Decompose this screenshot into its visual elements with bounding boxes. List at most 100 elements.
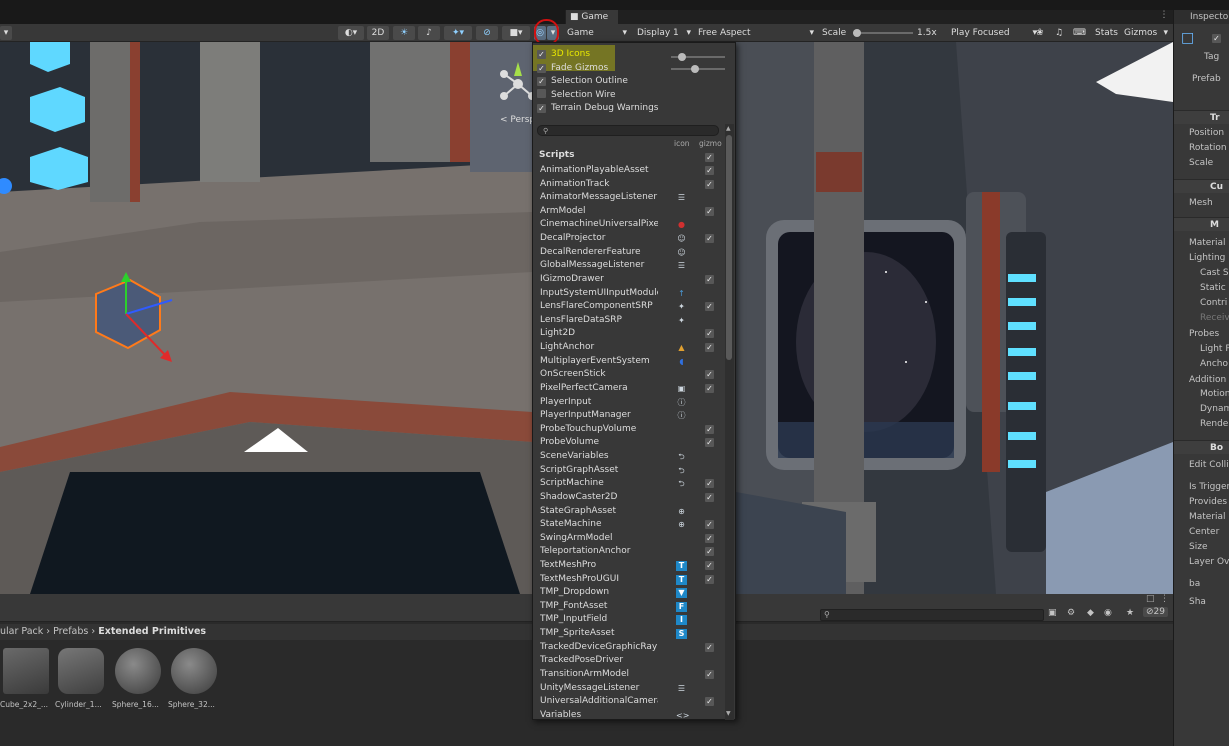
info-icon[interactable]: ⓘ — [676, 411, 687, 421]
camera-icon[interactable]: ▣ — [676, 384, 687, 394]
script-icon[interactable]: ☰ — [676, 193, 687, 203]
asset-tile[interactable]: Sphere_32... — [168, 648, 220, 710]
state-icon[interactable]: ⊕ — [676, 507, 687, 517]
more-options-icon[interactable]: ⋮ — [1158, 10, 1170, 24]
script-row[interactable]: StateMachine ⊕ — [535, 518, 723, 532]
script-row[interactable]: UniversalAdditionalCamera — [535, 695, 723, 709]
icon-size-slider[interactable] — [671, 53, 725, 61]
breadcrumb-item-current[interactable]: Extended Primitives — [98, 626, 206, 637]
component-header[interactable]: M — [1174, 217, 1229, 231]
breadcrumb-item[interactable]: Prefabs — [53, 626, 88, 637]
gizmo-checkbox[interactable] — [705, 492, 714, 502]
script-icon[interactable]: ☰ — [676, 261, 687, 271]
script-icon[interactable]: ☰ — [676, 684, 687, 694]
gizmo-checkbox[interactable] — [705, 574, 714, 584]
graph-icon[interactable]: ⮌ — [676, 466, 687, 476]
script-row[interactable]: StateGraphAsset ⊕ — [535, 505, 723, 519]
gizmo-checkbox[interactable] — [705, 179, 714, 189]
script-row[interactable]: TextMeshPro T — [535, 559, 723, 573]
gizmo-checkbox[interactable] — [705, 274, 714, 284]
gizmo-checkbox[interactable] — [705, 533, 714, 543]
input-icon[interactable]: ↑ — [676, 289, 687, 299]
project-search-input[interactable]: ⚲ — [820, 609, 1044, 621]
lock-icon[interactable]: □ — [1146, 594, 1155, 604]
script-row[interactable]: TMP_SpriteAsset S — [535, 627, 723, 641]
script-row[interactable]: PixelPerfectCamera ▣ — [535, 382, 723, 396]
effects-icon[interactable]: ✦▾ — [444, 26, 472, 40]
mute-audio-icon[interactable]: ♫ — [1055, 26, 1063, 40]
gizmo-checkbox[interactable] — [705, 520, 714, 530]
camera-settings-icon[interactable]: ■▾ — [502, 26, 530, 40]
lighting-icon[interactable]: ☀ — [393, 26, 415, 40]
fade-size-knob[interactable] — [691, 65, 699, 73]
script-row[interactable]: OnScreenStick — [535, 368, 723, 382]
gizmo-checkbox[interactable] — [705, 438, 714, 448]
gizmo-checkbox[interactable] — [705, 206, 714, 216]
person-icon[interactable]: ☺ — [676, 234, 687, 244]
gizmo-checkbox[interactable] — [705, 234, 714, 244]
script-row[interactable]: ScriptMachine ⮌ — [535, 477, 723, 491]
tmp-text-icon[interactable]: T — [676, 560, 687, 571]
tmp-dropdown-icon[interactable]: ▼ — [676, 588, 687, 599]
display-dropdown[interactable]: Display 1 ▾ — [637, 26, 693, 40]
asset-tile[interactable]: Sphere_16... — [112, 648, 164, 710]
active-checkbox[interactable] — [1212, 32, 1226, 43]
person-icon[interactable]: ☺ — [676, 248, 687, 258]
gizmo-checkbox[interactable] — [705, 547, 714, 557]
gizmo-checkbox[interactable] — [705, 383, 714, 393]
anchor-icon[interactable]: ▲ — [676, 343, 687, 353]
option-checkbox[interactable] — [537, 104, 546, 113]
filter-type-icon[interactable]: ⚙ — [1067, 608, 1075, 618]
gizmo-checkbox[interactable] — [705, 370, 714, 380]
script-row[interactable]: TMP_InputField I — [535, 613, 723, 627]
inspector-tab[interactable]: Inspecto — [1174, 10, 1229, 24]
script-row[interactable]: SwingArmModel — [535, 532, 723, 546]
gizmo-checkbox[interactable] — [705, 479, 714, 489]
script-row[interactable]: AnimationPlayableAsset — [535, 164, 723, 178]
option-checkbox[interactable] — [537, 63, 546, 73]
script-row[interactable]: TMP_FontAsset F — [535, 600, 723, 614]
dropdown-scroll-thumb[interactable] — [726, 135, 732, 360]
script-row[interactable]: TeleportationAnchor — [535, 545, 723, 559]
tmp-sprite-icon[interactable]: S — [676, 629, 687, 640]
gizmo-option[interactable]: Terrain Debug Warnings — [537, 102, 658, 115]
script-row[interactable]: LightAnchor ▲ — [535, 341, 723, 355]
script-row[interactable]: MultiplayerEventSystem ◖ — [535, 355, 723, 369]
gizmo-checkbox[interactable] — [705, 166, 714, 175]
component-header[interactable]: Bo — [1174, 440, 1229, 454]
script-row[interactable]: GlobalMessageListener ☰ — [535, 259, 723, 273]
more-options-icon[interactable]: ⋮ — [1160, 594, 1169, 604]
gizmos-button[interactable]: Gizmos ▾ — [1124, 26, 1170, 40]
gizmo-option[interactable]: Fade Gizmos — [537, 62, 608, 75]
scale-slider-knob[interactable] — [853, 29, 861, 37]
option-checkbox[interactable] — [537, 50, 546, 59]
script-row[interactable]: InputSystemUIInputModule ↑ — [535, 287, 723, 301]
orientation-gizmo[interactable] — [496, 54, 532, 102]
info-icon[interactable]: ⓘ — [676, 398, 687, 408]
gizmo-option[interactable]: Selection Wire — [537, 88, 616, 102]
hidden-objects-icon[interactable]: ⊘ — [476, 26, 498, 40]
script-row[interactable]: UnityMessageListener ☰ — [535, 682, 723, 696]
script-row[interactable]: ScriptGraphAsset ⮌ — [535, 464, 723, 478]
script-row[interactable]: PlayerInputManager ⓘ — [535, 409, 723, 423]
favorite-icon[interactable]: ★ — [1126, 608, 1134, 618]
flare-icon[interactable]: ✦ — [676, 316, 687, 326]
gizmo-checkbox[interactable] — [705, 302, 714, 312]
aspect-dropdown[interactable]: Free Aspect ▾ — [698, 26, 816, 40]
tmp-font-icon[interactable]: F — [676, 601, 687, 612]
script-row[interactable]: ProbeTouchupVolume — [535, 423, 723, 437]
gizmo-option[interactable]: Selection Outline — [537, 75, 628, 88]
keyboard-icon[interactable]: ⌨ — [1073, 26, 1086, 40]
game-mode-dropdown[interactable]: Game ▾ — [565, 26, 631, 40]
shading-mode-button[interactable]: ◐▾ — [338, 26, 364, 40]
script-row[interactable]: AnimatorMessageListener ☰ — [535, 191, 723, 205]
stats-button[interactable]: Stats — [1095, 26, 1118, 40]
option-checkbox[interactable] — [537, 77, 546, 86]
gizmo-checkbox[interactable] — [705, 560, 714, 570]
filter-asset-icon[interactable]: ◉ — [1104, 608, 1112, 618]
script-row[interactable]: TransitionArmModel — [535, 668, 723, 682]
script-row[interactable]: DecalRendererFeature ☺ — [535, 246, 723, 260]
script-row[interactable]: AnimationTrack — [535, 178, 723, 192]
scroll-up-arrow[interactable]: ▲ — [726, 125, 731, 132]
gizmo-checkbox[interactable] — [705, 329, 714, 339]
